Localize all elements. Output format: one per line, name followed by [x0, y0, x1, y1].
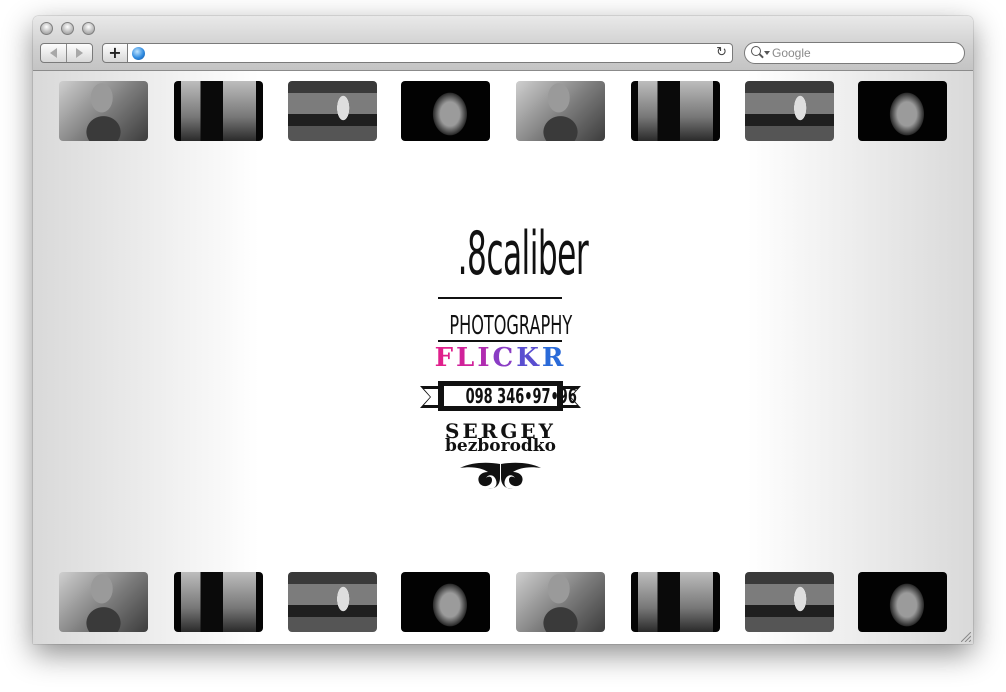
top-thumbnail[interactable] — [858, 81, 947, 141]
search-icon — [751, 46, 761, 56]
site-logo: .8caliber PHOTOGRAPHY FLICKR 098 346•97•… — [418, 216, 589, 489]
zoom-window-button[interactable] — [82, 22, 95, 35]
resize-grip-icon[interactable] — [961, 632, 971, 642]
bottom-thumbnail[interactable] — [516, 572, 605, 632]
photographer-last-name: bezborodko — [445, 436, 556, 456]
address-bar[interactable]: ↻ — [128, 43, 733, 63]
globe-icon — [132, 47, 145, 60]
divider — [438, 297, 562, 299]
close-window-button[interactable] — [40, 22, 53, 35]
flickr-letter: K — [516, 343, 542, 373]
brand-title: .8caliber — [457, 219, 589, 289]
search-menu-arrow-icon[interactable] — [764, 51, 770, 55]
top-thumbnail[interactable] — [516, 81, 605, 141]
top-thumbnail[interactable] — [745, 81, 834, 141]
reload-icon[interactable]: ↻ — [716, 45, 727, 60]
divider — [438, 340, 562, 342]
minimize-window-button[interactable] — [61, 22, 74, 35]
thumbnail-row-top — [33, 81, 973, 141]
back-button[interactable] — [41, 44, 66, 62]
flickr-letter: R — [541, 343, 567, 373]
flickr-letter: I — [477, 343, 493, 373]
search-input[interactable] — [772, 45, 957, 61]
bottom-thumbnail[interactable] — [401, 572, 490, 632]
navigation-buttons — [40, 43, 93, 63]
forward-arrow-icon — [76, 48, 83, 58]
bottom-thumbnail[interactable] — [288, 572, 377, 632]
top-thumbnail[interactable] — [631, 81, 720, 141]
search-field[interactable] — [744, 42, 965, 64]
browser-window: + ↻ .8caliber PHOTOGRAPHY FLICKR — [33, 16, 973, 644]
flickr-link[interactable]: FLICKR — [418, 343, 583, 373]
flickr-letter: C — [492, 343, 517, 373]
top-thumbnail[interactable] — [288, 81, 377, 141]
bottom-thumbnail[interactable] — [858, 572, 947, 632]
flickr-letter: L — [456, 343, 478, 373]
page-content: .8caliber PHOTOGRAPHY FLICKR 098 346•97•… — [33, 71, 973, 644]
bottom-thumbnail[interactable] — [59, 572, 148, 632]
top-thumbnail[interactable] — [59, 81, 148, 141]
back-arrow-icon — [50, 48, 57, 58]
phone-banner: 098 346•97•96 — [418, 378, 583, 414]
bottom-thumbnail[interactable] — [745, 572, 834, 632]
add-bookmark-button[interactable]: + — [102, 43, 128, 63]
top-thumbnail[interactable] — [174, 81, 263, 141]
phone-number: 098 346•97•96 — [442, 384, 577, 408]
forward-button[interactable] — [66, 44, 92, 62]
brand-subtitle: PHOTOGRAPHY — [449, 311, 573, 341]
thumbnail-row-bottom — [33, 572, 973, 632]
top-thumbnail[interactable] — [401, 81, 490, 141]
flickr-letter: F — [434, 343, 457, 373]
browser-toolbar: + ↻ — [33, 16, 973, 71]
bottom-thumbnail[interactable] — [174, 572, 263, 632]
bottom-thumbnail[interactable] — [631, 572, 720, 632]
ornament-icon — [460, 462, 541, 489]
